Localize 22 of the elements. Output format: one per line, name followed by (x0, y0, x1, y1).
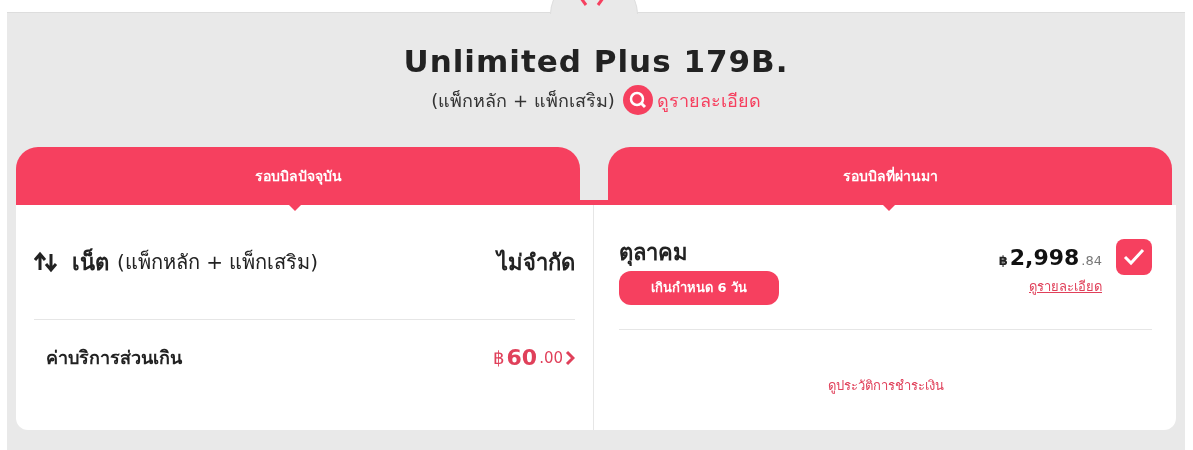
search-icon (622, 85, 653, 116)
net-label: เน็ต (72, 247, 109, 277)
up-down-arrows-icon (34, 250, 58, 275)
tab-pointer (882, 204, 896, 212)
details-link[interactable]: ดูรายละเอียด (622, 85, 761, 116)
package-subtitle: (แพ็กหลัก + แพ็กเสริม) (431, 88, 615, 113)
overage-price-link[interactable]: ฿60.00 (493, 341, 575, 375)
checkmark-icon (1123, 248, 1145, 267)
overage-label: ค่าบริการส่วนเกิน (46, 346, 182, 371)
bill-month: ตุลาคม (619, 241, 689, 266)
bill-tab[interactable]: รอบบิลที่ผ่านมา (608, 147, 1172, 206)
bill-checkbox[interactable] (1116, 239, 1152, 276)
overdue-badge: เกินกำหนด 6 วัน (619, 271, 780, 305)
net-value: ไม่จำกัด (497, 248, 575, 277)
bill-details-link[interactable]: ดูรายละเอียด (1029, 279, 1102, 295)
bill-tab[interactable]: รอบบิลปัจจุบัน (16, 147, 580, 206)
chevron-right-icon (565, 349, 575, 366)
net-note: (แพ็กหลัก + แพ็กเสริม) (117, 248, 319, 277)
package-title: Unlimited Plus 179B. (402, 42, 790, 81)
tab-pointer (288, 204, 302, 212)
bill-amount: ฿2,998.84 (998, 244, 1102, 273)
payment-history-link[interactable]: ดูประวัติการชำระเงิน (619, 330, 1152, 396)
